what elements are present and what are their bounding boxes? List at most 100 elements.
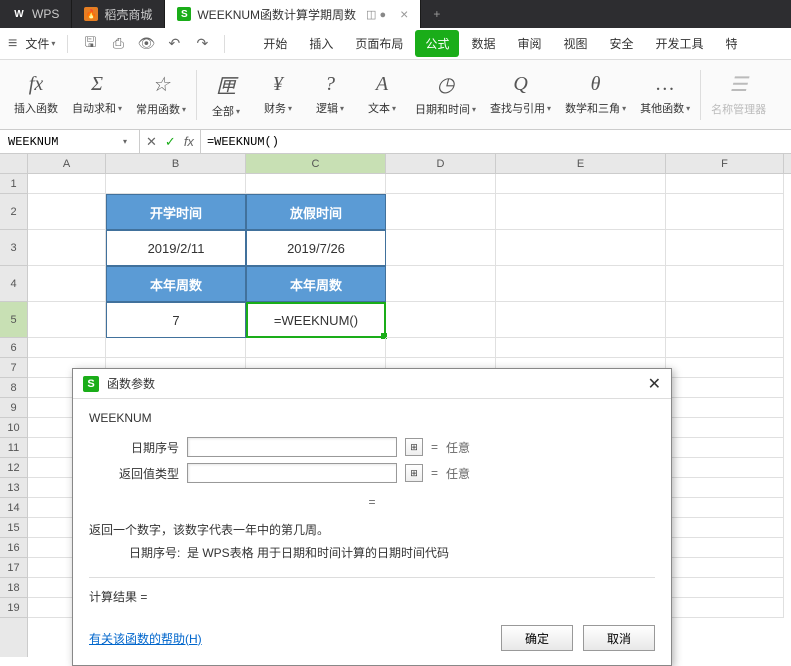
cell-b5[interactable]: 7 [106, 302, 246, 338]
row-header[interactable]: 6 [0, 338, 27, 358]
financial-button[interactable]: ¥财务▾ [253, 65, 303, 125]
store-icon: 🔥 [84, 7, 98, 21]
autosum-button[interactable]: Σ自动求和▾ [66, 65, 128, 125]
recent-functions-button[interactable]: ☆常用函数▾ [130, 65, 192, 125]
cell-c3[interactable]: 2019/7/26 [246, 230, 386, 266]
fx-icon: fx [29, 73, 43, 96]
column-headers: A B C D E F [28, 154, 791, 174]
cell-b2[interactable]: 开学时间 [106, 194, 246, 230]
row-header[interactable]: 5 [0, 302, 27, 338]
fx-icon[interactable]: fx [184, 134, 194, 149]
tab-view[interactable]: 视图 [553, 30, 597, 57]
name-box-input[interactable] [8, 135, 119, 149]
accept-formula-icon[interactable]: ✓ [165, 134, 176, 150]
col-header[interactable]: E [496, 154, 666, 173]
col-header[interactable]: C [246, 154, 386, 173]
ok-button[interactable]: 确定 [501, 625, 573, 651]
tab-review[interactable]: 审阅 [507, 30, 551, 57]
app-tab-store[interactable]: 🔥 稻壳商城 [72, 0, 165, 28]
row-header[interactable]: 19 [0, 598, 27, 618]
save-icon[interactable]: 🖫 [80, 34, 100, 54]
hamburger-icon[interactable]: ≡ [8, 35, 17, 53]
range-picker-icon[interactable]: ⊞ [405, 438, 423, 456]
row-header[interactable]: 18 [0, 578, 27, 598]
row-header[interactable]: 10 [0, 418, 27, 438]
row-header[interactable]: 17 [0, 558, 27, 578]
cell-b4[interactable]: 本年周数 [106, 266, 246, 302]
tab-more[interactable]: 特 [716, 30, 748, 57]
separator [67, 35, 68, 53]
range-picker-icon[interactable]: ⊞ [405, 464, 423, 482]
datetime-button[interactable]: ◷日期和时间▾ [409, 65, 482, 125]
name-manager-button[interactable]: ☰名称管理器 [705, 65, 772, 125]
row-header[interactable]: 9 [0, 398, 27, 418]
app-tab-wps[interactable]: W WPS [0, 0, 72, 28]
cell-b3[interactable]: 2019/2/11 [106, 230, 246, 266]
cell-c5-active[interactable]: =WEEKNUM() [246, 302, 386, 338]
text-button[interactable]: A文本▾ [357, 65, 407, 125]
row-header[interactable]: 4 [0, 266, 27, 302]
row-header[interactable]: 11 [0, 438, 27, 458]
row-header[interactable]: 8 [0, 378, 27, 398]
select-all-corner[interactable] [0, 154, 27, 174]
tab-label: WPS [32, 7, 59, 21]
close-icon[interactable]: ✕ [648, 374, 661, 394]
dialog-titlebar[interactable]: S 函数参数 ✕ [73, 369, 671, 399]
param1-input[interactable] [187, 437, 397, 457]
document-tab[interactable]: S WEEKNUM函数计算学期周数 ◫ ● × [165, 0, 421, 28]
file-menu[interactable]: 文件▾ [25, 35, 55, 52]
print-icon[interactable]: ⎙ [108, 34, 128, 54]
new-tab-button[interactable]: + [421, 0, 452, 28]
tab-formulas[interactable]: 公式 [415, 30, 459, 57]
row-header[interactable]: 16 [0, 538, 27, 558]
more-functions-button[interactable]: …其他函数▾ [634, 65, 696, 125]
row-header[interactable]: 1 [0, 174, 27, 194]
tab-security[interactable]: 安全 [599, 30, 643, 57]
print-preview-icon[interactable]: 👁 [136, 34, 156, 54]
all-functions-button[interactable]: 匣全部▾ [201, 65, 251, 125]
param2-result: 任意 [446, 465, 470, 482]
col-header[interactable]: A [28, 154, 106, 173]
redo-icon[interactable]: ↷ [192, 34, 212, 54]
ribbon: fx插入函数 Σ自动求和▾ ☆常用函数▾ 匣全部▾ ¥财务▾ ?逻辑▾ A文本▾… [0, 60, 791, 130]
tab-page-layout[interactable]: 页面布局 [345, 30, 413, 57]
col-header[interactable]: B [106, 154, 246, 173]
col-header[interactable]: D [386, 154, 496, 173]
param2-input[interactable] [187, 463, 397, 483]
tab-insert[interactable]: 插入 [299, 30, 343, 57]
row-header[interactable]: 2 [0, 194, 27, 230]
menu-bar: ≡ 文件▾ 🖫 ⎙ 👁 ↶ ↷ 开始 插入 页面布局 公式 数据 审阅 视图 安… [0, 28, 791, 60]
tab-data[interactable]: 数据 [461, 30, 505, 57]
logical-button[interactable]: ?逻辑▾ [305, 65, 355, 125]
row-header[interactable]: 13 [0, 478, 27, 498]
row-header[interactable]: 12 [0, 458, 27, 478]
tab-close-icon[interactable]: × [400, 6, 408, 22]
formula-bar: ▾ ✕ ✓ fx [0, 130, 791, 154]
name-box-dropdown-icon[interactable]: ▾ [119, 137, 131, 146]
row-header[interactable]: 14 [0, 498, 27, 518]
cancel-formula-icon[interactable]: ✕ [146, 134, 157, 150]
tab-developer[interactable]: 开发工具 [646, 30, 714, 57]
col-header[interactable]: F [666, 154, 784, 173]
spreadsheet-icon: S [177, 7, 191, 21]
result-preview: = [89, 495, 655, 509]
math-trig-button[interactable]: θ数学和三角▾ [559, 65, 632, 125]
lookup-button[interactable]: Q查找与引用▾ [484, 65, 557, 125]
help-link[interactable]: 有关该函数的帮助(H) [89, 630, 491, 647]
undo-icon[interactable]: ↶ [164, 34, 184, 54]
equals-sign: = [431, 440, 438, 454]
cell-c2[interactable]: 放假时间 [246, 194, 386, 230]
equals-sign: = [431, 466, 438, 480]
more-icon: … [656, 73, 674, 96]
cell-c4[interactable]: 本年周数 [246, 266, 386, 302]
row-header[interactable]: 15 [0, 518, 27, 538]
insert-function-button[interactable]: fx插入函数 [8, 65, 64, 125]
clock-icon: ◷ [437, 72, 454, 97]
cancel-button[interactable]: 取消 [583, 625, 655, 651]
param-description: 日期序号: 是 WPS表格 用于日期和时间计算的日期时间代码 [129, 544, 655, 561]
tab-home[interactable]: 开始 [253, 30, 297, 57]
row-header[interactable]: 7 [0, 358, 27, 378]
row-header[interactable]: 3 [0, 230, 27, 266]
formula-input[interactable] [207, 135, 785, 149]
name-box[interactable]: ▾ [0, 130, 140, 153]
